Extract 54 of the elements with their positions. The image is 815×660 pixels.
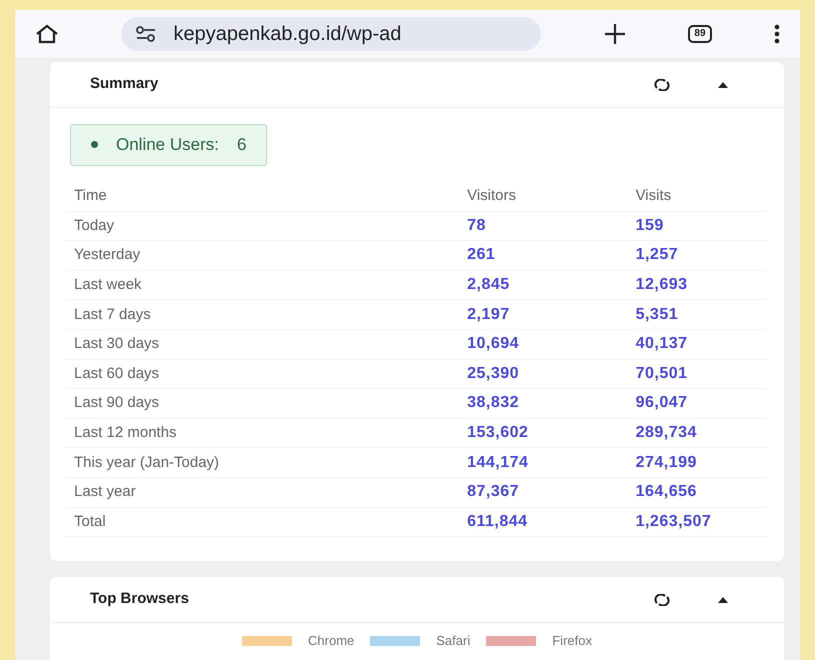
table-cell: 38,832 bbox=[459, 388, 628, 418]
table-cell: 1,263,507 bbox=[628, 507, 768, 537]
legend-label: Firefox bbox=[552, 632, 592, 650]
table-cell: 2,197 bbox=[459, 300, 628, 330]
refresh-icon[interactable] bbox=[654, 594, 670, 606]
collapse-icon[interactable] bbox=[718, 596, 728, 603]
table-cell: 261 bbox=[459, 240, 628, 270]
collapse-icon[interactable] bbox=[718, 82, 728, 88]
table-cell: 70,501 bbox=[628, 359, 768, 389]
table-cell: 40,137 bbox=[628, 329, 768, 360]
table-cell: 78 bbox=[459, 211, 628, 241]
table-cell: Last 12 months bbox=[66, 418, 460, 448]
table-cell: This year (Jan-Today) bbox=[66, 448, 460, 478]
table-cell: 12,693 bbox=[628, 270, 768, 300]
table-cell: 164,656 bbox=[628, 477, 768, 508]
table-cell: 153,602 bbox=[459, 418, 628, 448]
table-cell: 144,174 bbox=[459, 448, 628, 478]
table-cell: Last year bbox=[66, 477, 460, 508]
table-cell: Last week bbox=[66, 270, 460, 300]
table-cell: 611,844 bbox=[459, 507, 628, 537]
table-cell: 87,367 bbox=[459, 477, 628, 508]
legend-label: Safari bbox=[436, 632, 470, 650]
table-cell: Last 30 days bbox=[66, 329, 460, 360]
table-cell: 1,257 bbox=[628, 240, 768, 270]
online-users-count: 6 bbox=[236, 134, 246, 156]
column-header: Time bbox=[66, 182, 460, 212]
table-cell: 2,845 bbox=[459, 270, 628, 300]
table-cell: 274,199 bbox=[628, 448, 768, 478]
site-settings-icon[interactable] bbox=[135, 26, 158, 42]
home-icon[interactable] bbox=[35, 24, 59, 44]
new-tab-icon[interactable] bbox=[604, 23, 626, 45]
legend-label: Chrome bbox=[308, 632, 354, 650]
card-title: Top Browsers bbox=[90, 589, 190, 610]
table-cell: Total bbox=[66, 507, 460, 537]
table-cell: 25,390 bbox=[459, 359, 628, 389]
table-cell: Last 60 days bbox=[66, 359, 460, 389]
refresh-icon[interactable] bbox=[654, 78, 670, 90]
card-title: Summary bbox=[90, 74, 160, 94]
table-cell: Yesterday bbox=[66, 240, 460, 270]
column-header: Visits bbox=[628, 182, 768, 212]
menu-icon[interactable] bbox=[774, 24, 780, 44]
address-bar[interactable]: kepyapenkab.go.id/wp-ad bbox=[121, 17, 542, 51]
online-users-label: Online Users: bbox=[116, 134, 219, 156]
column-header: Visitors bbox=[459, 182, 628, 212]
table-cell: 289,734 bbox=[628, 418, 768, 448]
table-cell: Last 90 days bbox=[66, 388, 460, 418]
table-cell: 96,047 bbox=[628, 388, 768, 418]
table-cell: 5,351 bbox=[628, 300, 768, 330]
status-dot-icon bbox=[91, 141, 98, 148]
table-cell: 10,694 bbox=[459, 329, 628, 360]
table-cell: Today bbox=[66, 211, 460, 241]
table-cell: 159 bbox=[628, 211, 768, 241]
tab-count[interactable]: 89 bbox=[688, 25, 712, 43]
table-cell: Last 7 days bbox=[66, 300, 460, 330]
